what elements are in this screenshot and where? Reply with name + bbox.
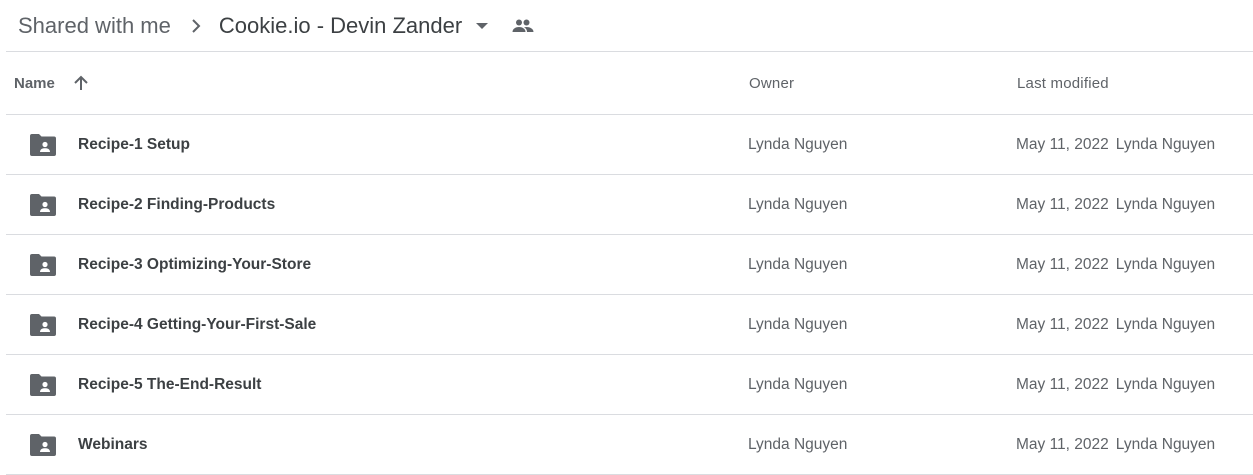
modified-date: May 11, 2022 (1016, 135, 1109, 153)
file-row-recipe-4[interactable]: Recipe-4 Getting-Your-First-Sale Lynda N… (6, 295, 1253, 355)
file-name: Webinars (78, 435, 148, 453)
file-last-modified: May 11, 2022 Lynda Nguyen (1016, 235, 1215, 294)
breadcrumb: Shared with me Cookie.io - Devin Zander (6, 0, 1253, 52)
modified-by: Lynda Nguyen (1115, 315, 1216, 333)
file-row-recipe-5[interactable]: Recipe-5 The-End-Result Lynda Nguyen May… (6, 355, 1253, 415)
file-browser: Shared with me Cookie.io - Devin Zander … (0, 0, 1253, 475)
file-last-modified: May 11, 2022 Lynda Nguyen (1016, 175, 1215, 234)
breadcrumb-shared-with-me[interactable]: Shared with me (6, 13, 171, 39)
file-owner: Lynda Nguyen (748, 255, 848, 273)
shared-folder-icon (30, 434, 56, 456)
file-name: Recipe-3 Optimizing-Your-Store (78, 255, 312, 273)
modified-by: Lynda Nguyen (1115, 375, 1216, 393)
file-name: Recipe-5 The-End-Result (78, 375, 262, 393)
modified-date: May 11, 2022 (1016, 315, 1109, 333)
name-column-header[interactable]: Name (14, 52, 89, 114)
arrow-up-icon[interactable] (73, 75, 89, 91)
file-last-modified: May 11, 2022 Lynda Nguyen (1016, 115, 1215, 174)
shared-folder-icon (30, 254, 56, 276)
file-owner: Lynda Nguyen (748, 315, 848, 333)
modified-by: Lynda Nguyen (1115, 435, 1216, 453)
modified-by: Lynda Nguyen (1115, 195, 1216, 213)
shared-folder-icon (30, 314, 56, 336)
modified-date: May 11, 2022 (1016, 255, 1109, 273)
owner-column-header[interactable]: Owner (749, 52, 794, 114)
file-name: Recipe-2 Finding-Products (78, 195, 276, 213)
file-owner: Lynda Nguyen (748, 375, 848, 393)
file-last-modified: May 11, 2022 Lynda Nguyen (1016, 295, 1215, 354)
file-owner: Lynda Nguyen (748, 135, 848, 153)
modified-by: Lynda Nguyen (1115, 255, 1216, 273)
file-row-recipe-2[interactable]: Recipe-2 Finding-Products Lynda Nguyen M… (6, 175, 1253, 235)
modified-by: Lynda Nguyen (1115, 135, 1216, 153)
modified-date: May 11, 2022 (1016, 435, 1109, 453)
file-owner: Lynda Nguyen (748, 195, 848, 213)
chevron-right-icon (183, 18, 209, 34)
shared-folder-icon (30, 374, 56, 396)
file-row-webinars[interactable]: Webinars Lynda Nguyen May 11, 2022 Lynda… (6, 415, 1253, 475)
file-owner: Lynda Nguyen (748, 435, 848, 453)
file-last-modified: May 11, 2022 Lynda Nguyen (1016, 415, 1215, 474)
last-modified-column-header[interactable]: Last modified (1017, 52, 1109, 114)
modified-date: May 11, 2022 (1016, 375, 1109, 393)
file-list: Recipe-1 Setup Lynda Nguyen May 11, 2022… (6, 115, 1253, 475)
file-name: Recipe-4 Getting-Your-First-Sale (78, 315, 317, 333)
breadcrumb-current-folder[interactable]: Cookie.io - Devin Zander (219, 13, 462, 39)
file-name: Recipe-1 Setup (78, 135, 190, 153)
name-column-label: Name (14, 74, 55, 92)
shared-folder-icon (30, 134, 56, 156)
file-last-modified: May 11, 2022 Lynda Nguyen (1016, 355, 1215, 414)
column-headers: Name Owner Last modified (6, 52, 1253, 115)
people-icon[interactable] (510, 14, 536, 38)
modified-date: May 11, 2022 (1016, 195, 1109, 213)
file-row-recipe-1[interactable]: Recipe-1 Setup Lynda Nguyen May 11, 2022… (6, 115, 1253, 175)
file-row-recipe-3[interactable]: Recipe-3 Optimizing-Your-Store Lynda Ngu… (6, 235, 1253, 295)
shared-folder-icon (30, 194, 56, 216)
caret-down-icon[interactable] (470, 14, 494, 38)
